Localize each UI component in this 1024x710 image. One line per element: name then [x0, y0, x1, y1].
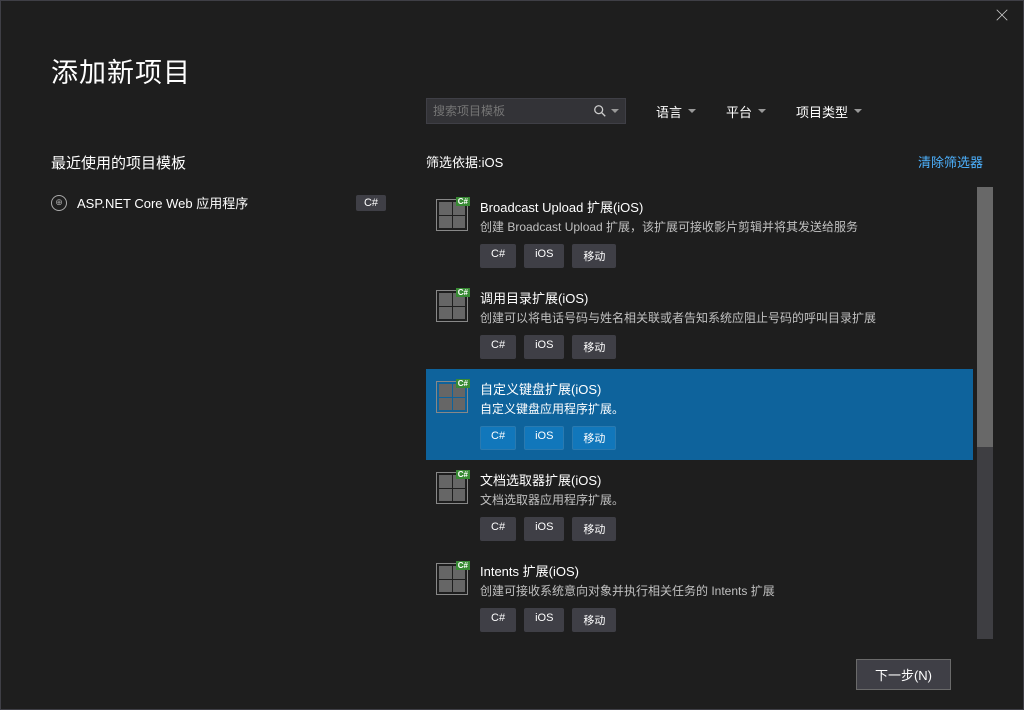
template-tag: 移动 [572, 517, 616, 541]
template-tag: iOS [524, 335, 564, 359]
titlebar [1, 1, 1023, 31]
dialog-window: 添加新项目 语言 平台 项目类型 [0, 0, 1024, 710]
dialog-title: 添加新项目 [51, 51, 993, 90]
template-icon: C# [436, 381, 468, 413]
template-desc: 创建可接收系统意向对象并执行相关任务的 Intents 扩展 [480, 582, 963, 600]
search-input[interactable] [433, 104, 593, 118]
template-desc: 自定义键盘应用程序扩展。 [480, 400, 963, 418]
template-item[interactable]: C# 自定义键盘扩展(iOS) 自定义键盘应用程序扩展。 C# iOS 移动 [426, 369, 973, 460]
template-tag: iOS [524, 517, 564, 541]
filter-summary: 筛选依据:iOS [426, 152, 503, 171]
toolbar: 语言 平台 项目类型 [51, 98, 993, 124]
template-tags: C# iOS 移动 [480, 608, 963, 632]
scrollbar-thumb[interactable] [977, 187, 993, 447]
template-tag: iOS [524, 244, 564, 268]
template-item[interactable]: C# 文档选取器扩展(iOS) 文档选取器应用程序扩展。 C# iOS 移动 [426, 460, 973, 551]
template-tag: 移动 [572, 244, 616, 268]
templates-panel: 筛选依据:iOS 清除筛选器 C# Broadcast Upload 扩展(iO… [426, 152, 993, 639]
chevron-down-icon [758, 109, 766, 113]
template-desc: 文档选取器应用程序扩展。 [480, 491, 963, 509]
template-item[interactable]: C# Broadcast Upload 扩展(iOS) 创建 Broadcast… [426, 187, 973, 278]
template-tag: C# [480, 426, 516, 450]
template-desc: 创建 Broadcast Upload 扩展，该扩展可接收影片剪辑并将其发送给服… [480, 218, 963, 236]
template-title: 文档选取器扩展(iOS) [480, 470, 963, 489]
template-tag: 移动 [572, 335, 616, 359]
chevron-down-icon [854, 109, 862, 113]
web-icon: ⊕ [51, 195, 67, 211]
template-tag: C# [480, 517, 516, 541]
filter-language-label: 语言 [656, 102, 682, 121]
template-tag: C# [480, 608, 516, 632]
template-title: 自定义键盘扩展(iOS) [480, 379, 963, 398]
close-icon[interactable] [995, 8, 1011, 24]
template-tag: C# [480, 244, 516, 268]
template-tag: C# [480, 335, 516, 359]
template-tags: C# iOS 移动 [480, 517, 963, 541]
scrollbar-track[interactable] [977, 187, 993, 639]
template-item[interactable]: C# Intents 扩展(iOS) 创建可接收系统意向对象并执行相关任务的 I… [426, 551, 973, 639]
template-title: 调用目录扩展(iOS) [480, 288, 963, 307]
recent-templates-panel: 最近使用的项目模板 ⊕ ASP.NET Core Web 应用程序 C# [51, 152, 426, 639]
next-button[interactable]: 下一步(N) [856, 659, 951, 690]
template-desc: 创建可以将电话号码与姓名相关联或者告知系统应阻止号码的呼叫目录扩展 [480, 309, 963, 327]
filter-platform-label: 平台 [726, 102, 752, 121]
recent-item-name: ASP.NET Core Web 应用程序 [77, 193, 248, 212]
recent-item-lang: C# [356, 195, 386, 211]
template-tag: iOS [524, 608, 564, 632]
template-icon: C# [436, 199, 468, 231]
template-tag: iOS [524, 426, 564, 450]
chevron-down-icon[interactable] [611, 109, 619, 113]
template-title: Intents 扩展(iOS) [480, 561, 963, 580]
template-item[interactable]: C# 调用目录扩展(iOS) 创建可以将电话号码与姓名相关联或者告知系统应阻止号… [426, 278, 973, 369]
template-icon: C# [436, 472, 468, 504]
template-tag: 移动 [572, 608, 616, 632]
filter-project-type[interactable]: 项目类型 [796, 102, 862, 121]
template-icon: C# [436, 563, 468, 595]
chevron-down-icon [688, 109, 696, 113]
search-box[interactable] [426, 98, 626, 124]
template-tags: C# iOS 移动 [480, 244, 963, 268]
template-tags: C# iOS 移动 [480, 335, 963, 359]
search-icon [593, 104, 607, 118]
footer: 下一步(N) [51, 639, 993, 709]
template-tags: C# iOS 移动 [480, 426, 963, 450]
recent-title: 最近使用的项目模板 [51, 152, 426, 173]
template-title: Broadcast Upload 扩展(iOS) [480, 197, 963, 216]
filter-platform[interactable]: 平台 [726, 102, 766, 121]
recent-item[interactable]: ⊕ ASP.NET Core Web 应用程序 C# [51, 191, 426, 214]
filter-project-type-label: 项目类型 [796, 102, 848, 121]
clear-filter-link[interactable]: 清除筛选器 [918, 152, 983, 171]
template-icon: C# [436, 290, 468, 322]
template-tag: 移动 [572, 426, 616, 450]
filter-language[interactable]: 语言 [656, 102, 696, 121]
